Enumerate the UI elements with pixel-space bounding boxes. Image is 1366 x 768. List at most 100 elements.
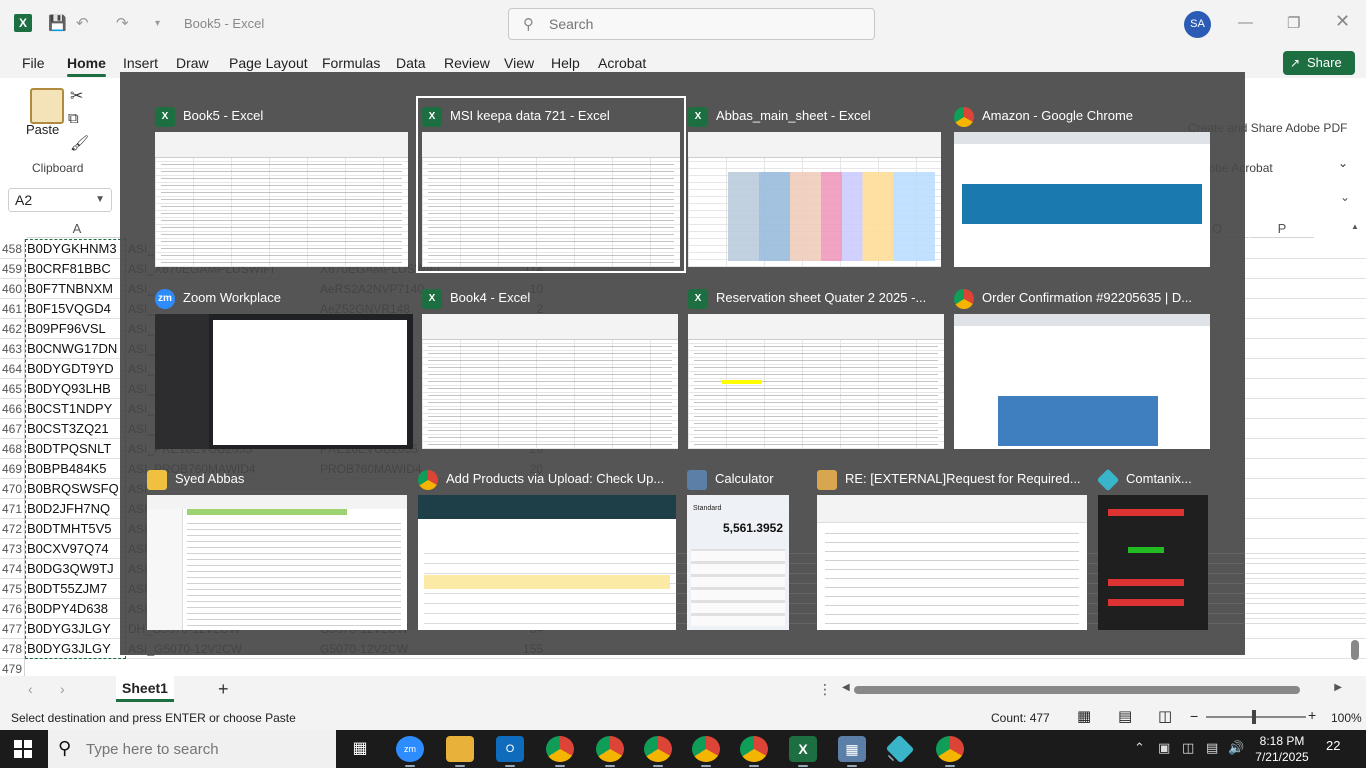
cell-a[interactable]: B0DG3QW9TJ [27, 559, 114, 579]
tab-formulas[interactable]: Formulas [322, 55, 380, 71]
switcher-window[interactable]: zm Zoom Workplace [155, 284, 413, 449]
row-number[interactable]: 463 [0, 339, 25, 359]
next-sheet-icon[interactable]: › [60, 681, 65, 697]
tab-home[interactable]: Home [67, 55, 106, 77]
switcher-window[interactable]: X Abbas_main_sheet - Excel [688, 102, 941, 267]
chrome-profile-3-icon[interactable] [644, 736, 672, 767]
chrome-profile-5-icon[interactable] [740, 736, 768, 767]
cell-a[interactable]: B0BPB484K5 [27, 459, 107, 479]
row-number[interactable]: 461 [0, 299, 25, 319]
row-number[interactable]: 474 [0, 559, 25, 579]
page-break-view-icon[interactable]: ◫ [1158, 707, 1172, 725]
cell-a[interactable]: B0F15VQGD4 [27, 299, 111, 319]
switcher-window[interactable]: RE: [EXTERNAL]Request for Required... [817, 465, 1087, 630]
cell-a[interactable]: B0DYG3JLGY [27, 619, 111, 639]
switcher-window[interactable]: Order Confirmation #92205635 | D... [954, 284, 1210, 449]
row-number[interactable]: 462 [0, 319, 25, 339]
tab-help[interactable]: Help [551, 55, 580, 71]
restore-icon[interactable]: ❐ [1287, 14, 1300, 32]
name-box[interactable]: A2 ▼ [8, 188, 112, 212]
tab-draw[interactable]: Draw [176, 55, 209, 71]
tab-page-layout[interactable]: Page Layout [229, 55, 308, 71]
zoom-app-icon[interactable]: zm [396, 736, 424, 767]
cell-a[interactable]: B0CXV97Q74 [27, 539, 109, 559]
redo-icon[interactable]: ↷ [116, 14, 129, 32]
task-view-icon[interactable]: ▦ [346, 736, 374, 762]
switcher-window[interactable]: X MSI keepa data 721 - Excel [416, 96, 686, 273]
switcher-window[interactable]: X Book5 - Excel [155, 102, 408, 267]
calculator-icon[interactable]: ▦ [838, 736, 866, 767]
tab-file[interactable]: File [22, 55, 45, 71]
cell-a[interactable]: B0CNWG17DN [27, 339, 117, 359]
row-number[interactable]: 477 [0, 619, 25, 639]
cell-a[interactable]: B0CRF81BBC [27, 259, 111, 279]
row-number[interactable]: 464 [0, 359, 25, 379]
zoom-slider-thumb[interactable] [1252, 710, 1256, 724]
sheet-tab-sheet1[interactable]: Sheet1 [116, 676, 174, 702]
row-number[interactable]: 459 [0, 259, 25, 279]
cell-a[interactable]: B0DT55ZJM7 [27, 579, 107, 599]
switcher-window[interactable]: X Reservation sheet Quater 2 2025 -... [688, 284, 944, 449]
switcher-window[interactable]: Syed Abbas [147, 465, 407, 630]
chevron-up-icon[interactable]: ⌃ [1134, 740, 1145, 756]
cell-a[interactable]: B0CST3ZQ21 [27, 419, 109, 439]
customize-qat-icon[interactable]: ▾ [155, 18, 160, 29]
minimize-icon[interactable]: — [1238, 14, 1253, 31]
cell-a[interactable]: B0DTPQSNLT [27, 439, 111, 459]
tab-data[interactable]: Data [396, 55, 426, 71]
collapse-ribbon-icon[interactable]: ⌄ [1338, 156, 1348, 170]
meet-now-icon[interactable]: ▣ [1158, 740, 1170, 756]
copy-icon[interactable]: ⧉ [68, 110, 79, 127]
cell-a[interactable]: B0DYGDT9YD [27, 359, 114, 379]
cut-icon[interactable]: ✂ [70, 86, 83, 106]
taskbar-search-input[interactable] [86, 738, 326, 760]
tab-acrobat[interactable]: Acrobat [598, 55, 646, 71]
zoom-out-icon[interactable]: − [1190, 708, 1198, 724]
row-number[interactable]: 465 [0, 379, 25, 399]
row-number[interactable]: 475 [0, 579, 25, 599]
cell-a[interactable]: B0CST1NDPY [27, 399, 112, 419]
cell-a[interactable]: B0F7TNBNXM [27, 279, 113, 299]
taskbar-search[interactable]: ⚲ [48, 730, 336, 768]
tab-insert[interactable]: Insert [123, 55, 158, 71]
page-layout-view-icon[interactable]: ▤ [1118, 707, 1132, 725]
zoom-level[interactable]: 100% [1331, 711, 1362, 725]
file-explorer-icon[interactable] [446, 736, 474, 767]
volume-icon[interactable]: 🔊 [1228, 740, 1244, 756]
excel-taskbar-icon[interactable]: X [789, 736, 817, 767]
more-options-icon[interactable]: ⋮ [818, 681, 832, 698]
row-number[interactable]: 468 [0, 439, 25, 459]
search-input[interactable] [549, 14, 849, 34]
cell-a[interactable]: B0DTMHT5V5 [27, 519, 112, 539]
add-sheet-icon[interactable]: + [218, 679, 229, 700]
row-number[interactable]: 472 [0, 519, 25, 539]
paste-label[interactable]: Paste [26, 122, 59, 137]
undo-icon[interactable]: ↶ [76, 14, 89, 32]
chrome-profile-4-icon[interactable] [692, 736, 720, 767]
outlook-icon[interactable]: O [496, 736, 524, 767]
share-button[interactable]: ↗ Share [1283, 51, 1355, 75]
switcher-window[interactable]: Comtanix... [1098, 465, 1208, 630]
chrome-profile-2-icon[interactable] [596, 736, 624, 767]
scroll-up-icon[interactable]: ▲ [1351, 222, 1359, 231]
cell-a[interactable]: B0DPY4D638 [27, 599, 108, 619]
cell-a[interactable]: B0BRQSWSFQ [27, 479, 119, 499]
format-painter-icon[interactable]: 🖌 [70, 134, 89, 152]
row-number[interactable]: 470 [0, 479, 25, 499]
switcher-window[interactable]: Add Products via Upload: Check Up... [418, 465, 1366, 630]
row-number[interactable]: 460 [0, 279, 25, 299]
cell-a[interactable]: B09PF96VSL [27, 319, 106, 339]
row-number[interactable]: 476 [0, 599, 25, 619]
cell-a[interactable]: B0D2JFH7NQ [27, 499, 110, 519]
chrome-icon[interactable] [546, 736, 574, 767]
prev-sheet-icon[interactable]: ‹ [28, 681, 33, 697]
battery-icon[interactable]: ◫ [1182, 740, 1194, 756]
row-number[interactable]: 471 [0, 499, 25, 519]
notification-count[interactable]: 22 [1326, 738, 1340, 753]
chevron-down-icon[interactable]: ▼ [95, 189, 105, 211]
row-number[interactable]: 467 [0, 419, 25, 439]
row-number[interactable]: 458 [0, 239, 25, 259]
row-number[interactable]: 469 [0, 459, 25, 479]
search-box[interactable]: ⚲ [508, 8, 875, 40]
count-readout[interactable]: Count: 477 [991, 711, 1050, 725]
